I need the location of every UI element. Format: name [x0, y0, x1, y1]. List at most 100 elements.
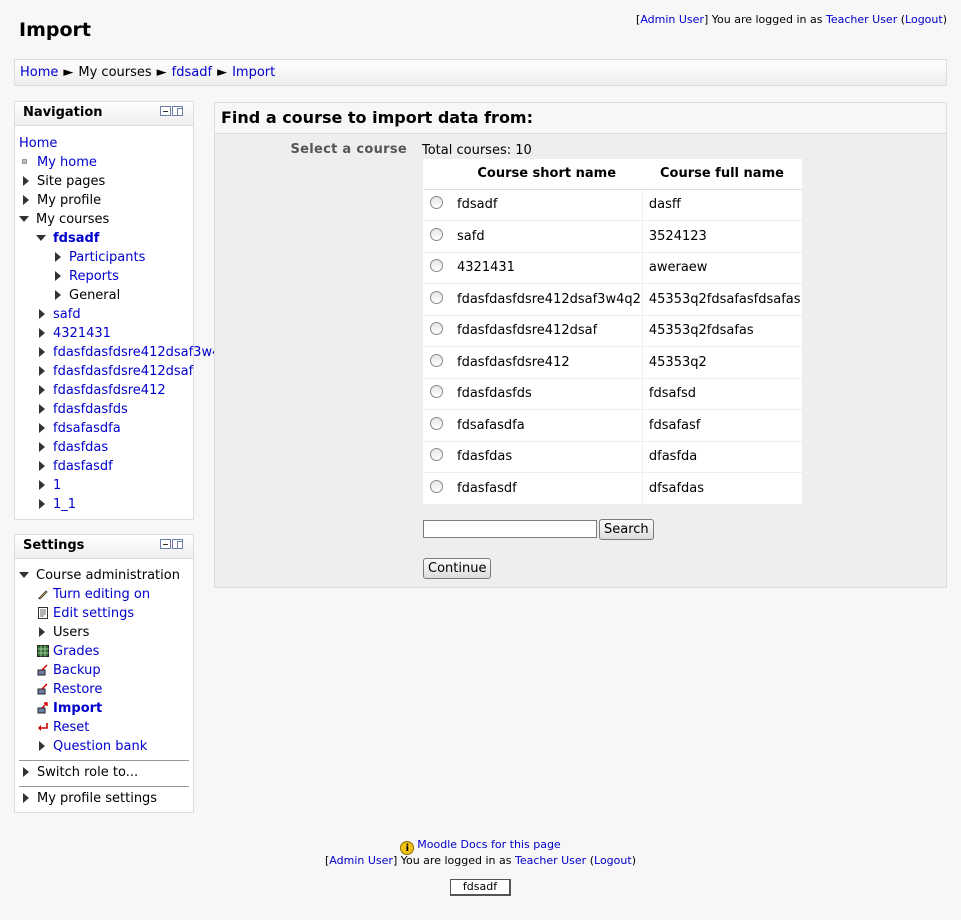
teacher-user-link[interactable]: Teacher User: [826, 13, 897, 26]
nav-participants[interactable]: Participants: [69, 250, 145, 265]
minimize-icon[interactable]: [160, 106, 171, 116]
course-radio[interactable]: [430, 448, 443, 462]
collapsed-arrow-icon: [39, 423, 45, 433]
nav-course-link[interactable]: fdasfdasfdsre412: [53, 383, 166, 398]
page-title: Import: [19, 19, 91, 41]
col-short-name: Course short name: [451, 159, 643, 190]
admin-user-link[interactable]: Admin User: [640, 13, 704, 26]
course-table: Course short name Course full name fdsad…: [423, 159, 802, 504]
restore-icon: [37, 683, 48, 695]
collapsed-arrow-icon: [39, 480, 45, 490]
breadcrumb-import[interactable]: Import: [232, 65, 275, 80]
dock-icon[interactable]: [172, 106, 183, 116]
minimize-icon[interactable]: [160, 539, 171, 549]
logout-link[interactable]: Logout: [905, 13, 943, 26]
nav-course-link[interactable]: fdasfdas: [53, 440, 108, 455]
collapsed-arrow-icon: [55, 252, 61, 262]
settings-import[interactable]: Import: [53, 701, 102, 716]
breadcrumb-course[interactable]: fdsadf: [172, 65, 212, 80]
nav-course-link[interactable]: 1: [53, 478, 61, 493]
settings-my-profile-settings[interactable]: My profile settings: [15, 789, 193, 808]
nav-site-pages[interactable]: Site pages: [15, 172, 193, 191]
footer-login-info: [Admin User] You are logged in as Teache…: [325, 854, 636, 867]
table-row: fdasfdasfdsre412 45353q2: [423, 346, 802, 378]
expanded-arrow-icon: [19, 572, 29, 578]
settings-switch-role[interactable]: Switch role to...: [15, 763, 193, 782]
course-short-name: fdsafasdfa: [451, 409, 643, 441]
course-radio[interactable]: [430, 385, 443, 399]
moodle-docs-link[interactable]: Moodle Docs for this page: [417, 838, 560, 851]
nav-my-courses[interactable]: My courses: [15, 210, 193, 229]
table-row: fdasfasdf dfsafdas: [423, 472, 802, 504]
nav-course-link[interactable]: 1_1: [53, 497, 76, 512]
course-full-name: 45353q2fdsafas: [642, 314, 802, 347]
dock-icon[interactable]: [172, 539, 183, 549]
nav-my-profile[interactable]: My profile: [15, 191, 193, 210]
col-full-name: Course full name: [642, 159, 802, 190]
course-radio[interactable]: [430, 322, 443, 336]
course-radio[interactable]: [430, 196, 443, 210]
course-full-name: 45353q2: [642, 346, 802, 378]
nav-current-course[interactable]: fdsadf: [53, 231, 99, 246]
expanded-arrow-icon: [36, 235, 46, 241]
collapsed-arrow-icon: [23, 793, 29, 803]
navigation-block-header: Navigation: [15, 102, 193, 126]
course-radio[interactable]: [430, 353, 443, 367]
login-info: [Admin User] You are logged in as Teache…: [636, 13, 947, 26]
collapsed-arrow-icon: [39, 366, 45, 376]
course-radio[interactable]: [430, 416, 443, 430]
course-radio[interactable]: [430, 259, 443, 273]
navigation-block: Navigation Home My home Site pages My pr…: [14, 101, 220, 520]
total-courses: Total courses: 10: [422, 143, 532, 158]
settings-question-bank[interactable]: Question bank: [53, 739, 147, 754]
breadcrumb: Home ► My courses ► fdsadf ► Import: [14, 59, 947, 86]
table-row: fdsafasdfa fdsafasf: [423, 409, 802, 441]
nav-course-link[interactable]: fdsafasdfa: [53, 421, 121, 436]
collapsed-arrow-icon: [39, 347, 45, 357]
course-radio[interactable]: [430, 480, 443, 493]
nav-course-link[interactable]: fdasfdasfdsre412dsaf: [53, 364, 193, 379]
collapsed-arrow-icon: [39, 385, 45, 395]
footer-logout-link[interactable]: Logout: [594, 854, 632, 867]
footer-teacher-user-link[interactable]: Teacher User: [515, 854, 586, 867]
navigation-block-title: Navigation: [23, 105, 103, 120]
settings-course-admin[interactable]: Course administration: [15, 566, 193, 585]
nav-my-home[interactable]: My home: [37, 155, 97, 170]
settings-restore[interactable]: Restore: [53, 682, 102, 697]
course-full-name: dfasfda: [642, 440, 802, 473]
settings-backup[interactable]: Backup: [53, 663, 101, 678]
course-radio[interactable]: [430, 227, 443, 241]
table-row: fdasfdasfds fdsafsd: [423, 377, 802, 410]
nav-course-link[interactable]: fdasfdasfdsre412dsaf3w4: [53, 345, 220, 360]
breadcrumb-my-courses: My courses: [78, 65, 152, 80]
settings-grades[interactable]: Grades: [53, 644, 99, 659]
search-input[interactable]: [423, 520, 597, 538]
nav-general[interactable]: General: [15, 286, 193, 305]
course-short-name: fdasfdasfds: [451, 377, 643, 410]
pencil-icon: [38, 590, 48, 600]
collapsed-arrow-icon: [39, 461, 45, 471]
footer-admin-user-link[interactable]: Admin User: [329, 854, 393, 867]
course-short-name: fdasfdasfdsre412dsaf3w4q2: [451, 283, 643, 315]
settings-users[interactable]: Users: [15, 623, 193, 642]
breadcrumb-home[interactable]: Home: [20, 65, 58, 80]
settings-turn-editing[interactable]: Turn editing on: [53, 587, 150, 602]
nav-course-link[interactable]: fdasfdasfds: [53, 402, 128, 417]
course-short-name: fdasfdas: [451, 440, 643, 473]
course-short-name: 4321431: [451, 251, 643, 284]
settings-reset[interactable]: Reset: [53, 720, 89, 735]
settings-block-header: Settings: [15, 535, 193, 559]
nav-course-link[interactable]: fdasfasdf: [53, 459, 113, 474]
search-button[interactable]: Search: [599, 519, 654, 540]
nav-home[interactable]: Home: [19, 136, 57, 151]
nav-course-link[interactable]: 4321431: [53, 326, 111, 341]
course-short-name: fdasfdasfdsre412dsaf: [451, 314, 643, 347]
continue-button[interactable]: Continue: [423, 558, 492, 579]
nav-course-link[interactable]: safd: [53, 307, 81, 322]
course-full-name: fdsafasf: [642, 409, 802, 441]
table-header-row: Course short name Course full name: [423, 159, 802, 190]
settings-edit-settings[interactable]: Edit settings: [53, 606, 134, 621]
footer-home-button[interactable]: fdsadf: [450, 879, 511, 896]
course-radio[interactable]: [430, 290, 443, 304]
nav-reports[interactable]: Reports: [69, 269, 119, 284]
